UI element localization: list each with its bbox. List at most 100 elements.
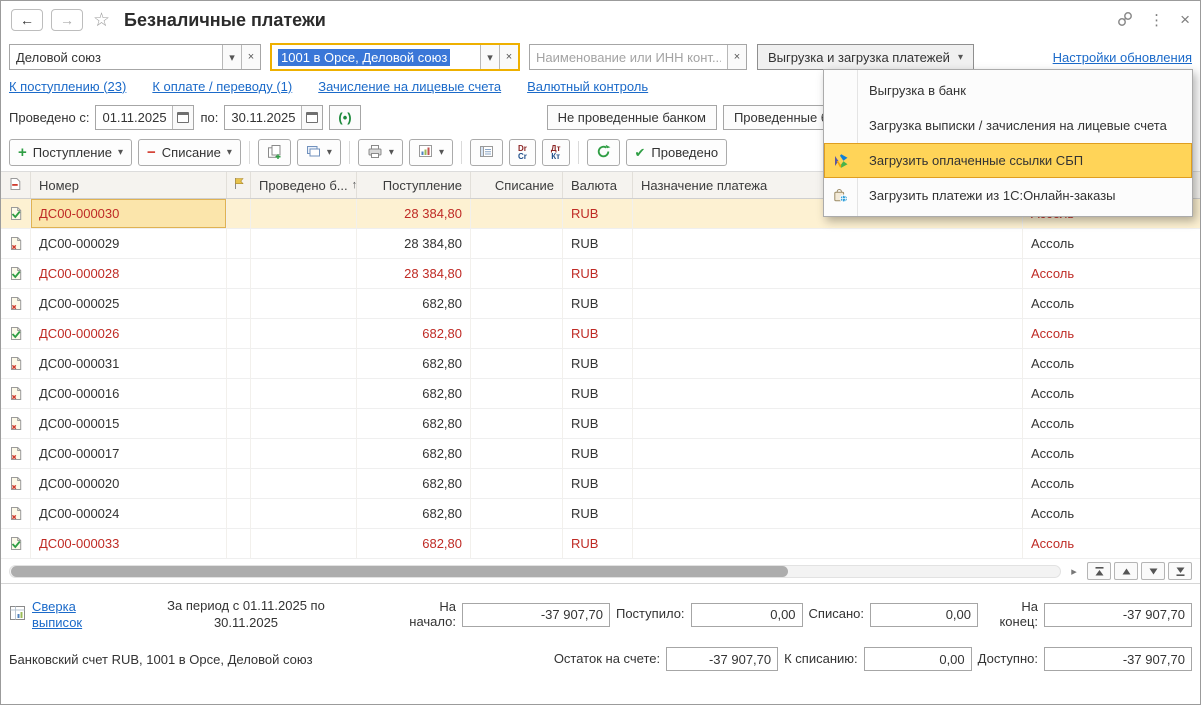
dropdown-icon[interactable]: ▾ xyxy=(222,45,241,69)
posted-bank-column-header[interactable]: Проведено б... ↑ xyxy=(251,172,357,198)
menu-item[interactable]: Загрузить платежи из 1С:Онлайн-заказы xyxy=(824,178,1192,213)
period-picker-button[interactable]: (•) xyxy=(329,105,360,130)
horizontal-scrollbar[interactable] xyxy=(9,565,1061,578)
to-receipt-link[interactable]: К поступлению (23) xyxy=(9,79,126,94)
reconcile-statements-link[interactable]: Сверка выписок xyxy=(32,599,92,630)
writeoff-column-header[interactable]: Списание xyxy=(471,172,563,198)
table-row[interactable]: ДС00-000031682,80RUBАссоль xyxy=(1,349,1200,379)
date-from-field[interactable]: 01.11.2025 xyxy=(95,105,194,130)
incoming-amount-cell: 682,80 xyxy=(357,319,471,348)
purpose-cell xyxy=(633,349,1023,378)
go-to-top-button[interactable] xyxy=(1087,562,1111,580)
to-pay-transfer-link[interactable]: К оплате / переводу (1) xyxy=(152,79,292,94)
counterparty-cell: Ассоль xyxy=(1023,259,1200,288)
documents-stack-icon xyxy=(306,145,321,161)
currency-cell: RUB xyxy=(563,259,633,288)
table-row[interactable]: ДС00-00002928 384,80RUBАссоль xyxy=(1,229,1200,259)
date-from-value: 01.11.2025 xyxy=(96,106,172,129)
reports-button[interactable]: ▾ xyxy=(409,139,453,166)
forward-arrow-icon: → xyxy=(60,12,74,28)
back-button[interactable]: ← xyxy=(11,9,43,31)
flag-cell xyxy=(227,349,251,378)
set-posted-button[interactable]: ✔ Проведено xyxy=(626,139,728,166)
update-settings-link[interactable]: Настройки обновления xyxy=(1053,50,1192,65)
register-list-button[interactable] xyxy=(470,139,503,166)
table-row[interactable]: ДС00-000016682,80RUBАссоль xyxy=(1,379,1200,409)
add-writeoff-button[interactable]: − Списание ▾ xyxy=(138,139,241,166)
counterparty-search-input[interactable] xyxy=(530,45,727,69)
documents-stack-button[interactable]: ▾ xyxy=(297,139,341,166)
flag-icon xyxy=(233,177,245,193)
calendar-icon[interactable] xyxy=(172,106,193,129)
not-posted-by-bank-button[interactable]: Не проведенные банком xyxy=(547,105,717,130)
favorite-star-icon[interactable]: ☆ xyxy=(93,9,110,32)
refresh-button[interactable] xyxy=(587,139,620,166)
dt-kt-movements-button[interactable]: ДтКт xyxy=(542,139,570,166)
clear-icon[interactable]: × xyxy=(727,45,746,69)
separator xyxy=(249,141,250,164)
get-link-icon[interactable] xyxy=(1117,11,1133,30)
incoming-amount-cell: 28 384,80 xyxy=(357,199,471,228)
organization-select[interactable]: Деловой союз ▾ × xyxy=(9,44,261,70)
document-number-cell: ДС00-000017 xyxy=(31,439,227,468)
document-status-icon xyxy=(1,439,31,468)
number-column-header[interactable]: Номер xyxy=(31,172,227,198)
print-button[interactable]: ▾ xyxy=(358,139,403,166)
currency-cell: RUB xyxy=(563,469,633,498)
document-number-cell: ДС00-000031 xyxy=(31,349,227,378)
currency-column-header[interactable]: Валюта xyxy=(563,172,633,198)
available-value: -37 907,70 xyxy=(1044,647,1192,671)
flag-cell xyxy=(227,319,251,348)
add-receipt-button[interactable]: + Поступление ▾ xyxy=(9,139,132,166)
scroll-right-icon[interactable]: ▸ xyxy=(1067,565,1081,578)
bank-account-select[interactable]: 1001 в Opce, Деловой союз ▾ × xyxy=(271,44,519,70)
clear-icon[interactable]: × xyxy=(241,45,260,69)
begin-balance-value: -37 907,70 xyxy=(462,603,610,627)
purpose-cell xyxy=(633,499,1023,528)
totals-row-1: Сверка выписок За период с 01.11.2025 по… xyxy=(1,583,1200,643)
table-row[interactable]: ДС00-000025682,80RUBАссоль xyxy=(1,289,1200,319)
menu-item[interactable]: Загрузка выписки / зачисления на лицевые… xyxy=(824,108,1192,143)
clear-icon[interactable]: × xyxy=(499,45,518,69)
page-down-button[interactable] xyxy=(1141,562,1165,580)
go-to-bottom-button[interactable] xyxy=(1168,562,1192,580)
posted-label: Проведено xyxy=(651,145,718,160)
table-row[interactable]: ДС00-000024682,80RUBАссоль xyxy=(1,499,1200,529)
document-number-cell: ДС00-000024 xyxy=(31,499,227,528)
upload-download-menu-button[interactable]: Выгрузка и загрузка платежей ▾ xyxy=(757,44,974,70)
table-row[interactable]: ДС00-000015682,80RUBАссоль xyxy=(1,409,1200,439)
personal-accounts-link[interactable]: Зачисление на лицевые счета xyxy=(318,79,501,94)
dropdown-icon[interactable]: ▾ xyxy=(480,45,499,69)
more-actions-icon[interactable]: ⋮ xyxy=(1149,11,1164,29)
forward-button[interactable]: → xyxy=(51,9,83,31)
app-window: ← → ☆ Безналичные платежи ⋮ × Деловой со… xyxy=(0,0,1201,705)
table-row[interactable]: ДС00-000020682,80RUBАссоль xyxy=(1,469,1200,499)
currency-control-link[interactable]: Валютный контроль xyxy=(527,79,648,94)
purpose-cell xyxy=(633,379,1023,408)
reconcile-report-icon xyxy=(9,605,26,624)
menu-item[interactable]: Загрузить оплаченные ссылки СБП xyxy=(824,143,1192,178)
copy-button[interactable] xyxy=(258,139,291,166)
currency-cell: RUB xyxy=(563,499,633,528)
horizontal-scroll-row: ▸ xyxy=(1,559,1200,583)
back-arrow-icon: ← xyxy=(20,12,34,28)
flag-column-header[interactable] xyxy=(227,172,251,198)
titlebar: ← → ☆ Безналичные платежи ⋮ × xyxy=(1,1,1200,39)
table-row[interactable]: ДС00-000017682,80RUBАссоль xyxy=(1,439,1200,469)
page-up-button[interactable] xyxy=(1114,562,1138,580)
posted-by-bank-cell xyxy=(251,229,357,258)
titlebar-actions: ⋮ × xyxy=(1117,10,1190,30)
table-row[interactable]: ДС00-000033682,80RUBАссоль xyxy=(1,529,1200,559)
table-row[interactable]: ДС00-000026682,80RUBАссоль xyxy=(1,319,1200,349)
date-to-field[interactable]: 30.11.2025 xyxy=(224,105,323,130)
scrollbar-thumb[interactable] xyxy=(11,566,788,577)
status-column-header[interactable] xyxy=(1,172,31,198)
close-icon[interactable]: × xyxy=(1180,10,1190,30)
writeoff-amount-cell xyxy=(471,259,563,288)
purpose-cell xyxy=(633,229,1023,258)
incoming-column-header[interactable]: Поступление xyxy=(357,172,471,198)
dr-cr-movements-button[interactable]: DrCr xyxy=(509,139,536,166)
menu-item[interactable]: Выгрузка в банк xyxy=(824,73,1192,108)
calendar-icon[interactable] xyxy=(301,106,322,129)
table-row[interactable]: ДС00-00002828 384,80RUBАссоль xyxy=(1,259,1200,289)
